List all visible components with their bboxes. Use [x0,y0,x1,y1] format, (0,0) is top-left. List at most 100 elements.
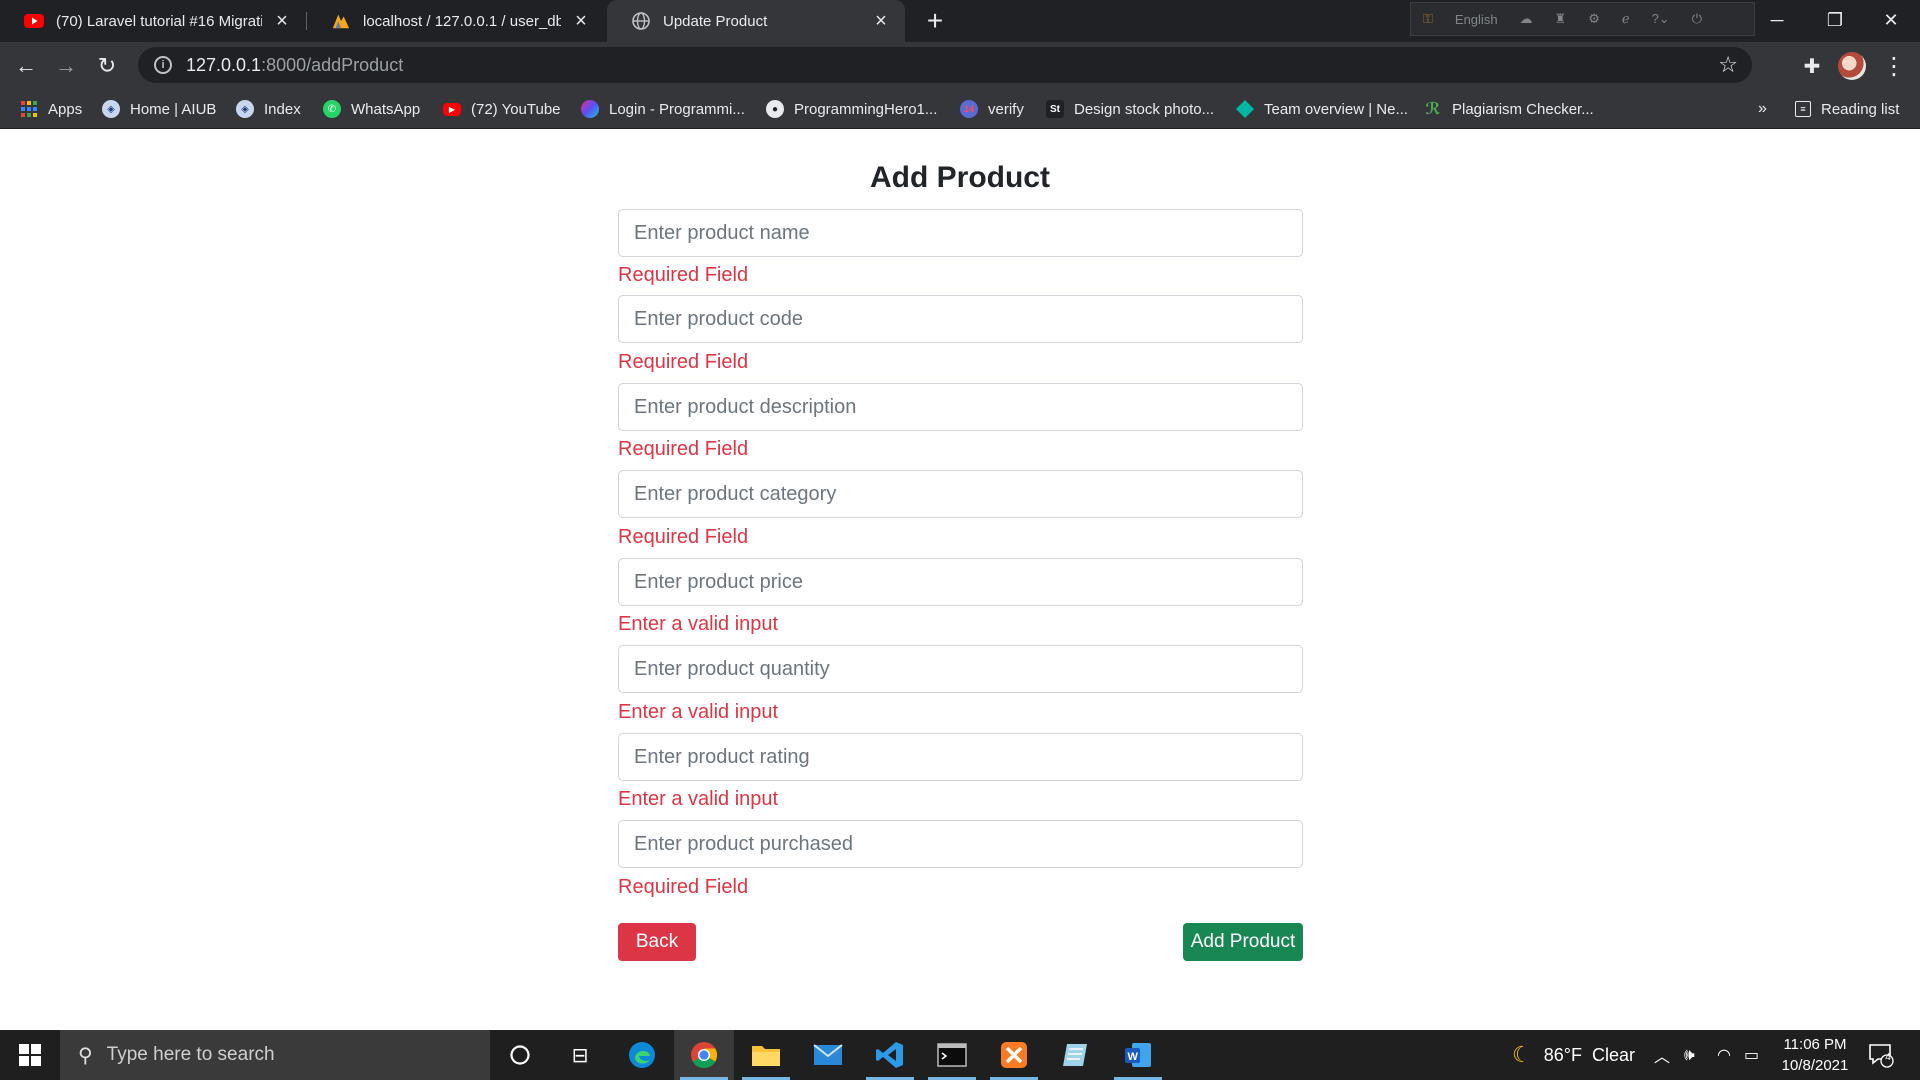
notification-count: 4 [1885,1052,1891,1063]
battery-icon[interactable]: ▭ [1744,1030,1759,1080]
language-label[interactable]: English [1455,12,1498,27]
taskbar-clock[interactable]: 11:06 PM 10/8/2021 [1770,1034,1860,1076]
plagiarism-icon: ℛ [1425,101,1441,118]
bookmark-design-stock[interactable]: St Design stock photo... [1046,89,1214,129]
tab-laravel-tutorial[interactable]: (70) Laravel tutorial #16 Migration × [0,0,306,42]
product-quantity-input[interactable] [618,645,1303,693]
bookmarks-overflow-button[interactable]: » [1758,89,1767,129]
shutterstock-badge: St [1050,103,1060,115]
bookmark-plagiarism-checker[interactable]: ℛ Plagiarism Checker... [1424,89,1593,129]
product-description-input[interactable] [618,383,1303,431]
task-view-icon[interactable]: ⊟ [550,1030,610,1080]
bookmark-whatsapp[interactable]: ✆ WhatsApp [323,89,420,129]
tab-title: localhost / 127.0.0.1 / user_db / p [363,12,561,30]
mail-icon[interactable] [798,1030,858,1080]
taskbar-search[interactable]: ⚲ Type here to search [60,1030,490,1080]
search-icon: ⚲ [78,1044,93,1067]
programming-hero-icon [581,100,599,118]
notifications-button[interactable]: 4 [1868,1030,1894,1080]
close-icon[interactable]: × [871,10,891,32]
help-icon[interactable]: ?⌄ [1652,11,1670,27]
product-name-input[interactable] [618,209,1303,257]
add-product-button[interactable]: Add Product [1183,923,1303,961]
edge-icon[interactable] [612,1030,672,1080]
page-title: Add Product [870,161,1050,194]
browser-toolbar: ← → ↻ i 127.0.0.1:8000/addProduct ☆ ✚ ⋮ [0,42,1920,89]
phpmyadmin-icon [331,11,351,31]
product-rating-input[interactable] [618,733,1303,781]
windows-logo-icon [19,1044,41,1066]
bookmark-index[interactable]: ◈ Index [236,89,301,129]
restore-button[interactable]: ❐ [1806,0,1864,40]
close-icon[interactable]: × [272,10,292,32]
forward-arrow-icon[interactable]: → [50,50,82,82]
bookmark-label: Team overview | Ne... [1264,100,1408,118]
minimize-button[interactable]: ─ [1748,0,1806,40]
windows-taskbar: ⚲ Type here to search ⊟ W ☾ 86°F Clear ︿… [0,1030,1920,1080]
weather-text: 86°F Clear [1543,1044,1635,1065]
bookmark-github[interactable]: ● ProgrammingHero1... [766,89,937,129]
bookmark-home-aiub[interactable]: ◈ Home | AIUB [102,89,216,129]
bookmark-label: Index [264,100,301,118]
bookmarks-bar: Apps ◈ Home | AIUB ◈ Index ✆ WhatsApp ▶ … [0,89,1920,129]
close-window-button[interactable]: ✕ [1862,0,1920,40]
product-code-input[interactable] [618,295,1303,343]
bookmark-star-icon[interactable]: ☆ [1718,52,1738,78]
wifi-icon[interactable]: ◠ [1717,1030,1731,1080]
cortana-icon[interactable] [490,1030,550,1080]
product-category-error: Required Field [618,526,749,548]
tab-update-product[interactable]: Update Product × [607,0,905,42]
extensions-puzzle-icon[interactable]: ✚ [1796,50,1828,82]
cloud-icon[interactable]: ☁ [1520,11,1533,27]
product-description-error: Required Field [618,438,749,460]
taskbar-search-placeholder: Type here to search [106,1044,275,1065]
product-purchased-input[interactable] [618,820,1303,868]
chrome-icon[interactable] [674,1030,734,1080]
bookmark-verify[interactable]: 14 verify [960,89,1024,129]
figure-icon[interactable]: ♜ [1555,11,1567,27]
volume-icon[interactable]: 🕪 [1684,1030,1695,1080]
site-info-icon[interactable]: i [154,56,172,74]
vscode-icon[interactable] [860,1030,920,1080]
back-button[interactable]: Back [618,923,696,961]
back-arrow-icon[interactable]: ← [10,50,42,82]
bookmark-apps[interactable]: Apps [20,89,82,129]
bookmark-label: verify [988,100,1024,118]
notepad-icon[interactable] [1046,1030,1106,1080]
bookmark-label: Apps [48,100,83,118]
globe-icon [631,11,651,31]
tab-phpmyadmin[interactable]: localhost / 127.0.0.1 / user_db / p × [307,0,605,42]
bookmark-label: Design stock photo... [1074,100,1215,118]
start-button[interactable] [0,1030,60,1080]
product-code-error: Required Field [618,351,749,373]
power-icon[interactable]: ⏻ [1692,11,1702,27]
aiub-icon: ◈ [236,100,254,118]
clock-time: 11:06 PM [1783,1036,1847,1053]
menu-kebab-icon[interactable]: ⋮ [1878,50,1910,82]
weather-widget[interactable]: ☾ 86°F Clear [1512,1030,1635,1080]
bookmark-youtube[interactable]: ▶ (72) YouTube [443,89,561,129]
show-hidden-icons-chevron-icon[interactable]: ︿ [1654,1030,1670,1080]
bookmark-team-overview[interactable]: Team overview | Ne... [1236,89,1408,129]
edge-small-icon[interactable]: ℯ [1622,11,1630,27]
terminal-icon[interactable] [922,1030,982,1080]
word-icon[interactable]: W [1108,1030,1168,1080]
bookmark-label: (72) YouTube [471,100,561,118]
product-price-input[interactable] [618,558,1303,606]
svg-text:W: W [1128,1051,1139,1063]
bookmark-programming-hero-login[interactable]: Login - Programmi... [581,89,745,129]
address-bar[interactable]: i 127.0.0.1:8000/addProduct ☆ [138,47,1752,83]
settings-gear-icon[interactable]: ⚙ [1588,11,1600,27]
file-explorer-icon[interactable] [736,1030,796,1080]
key-icon[interactable]: ⚿ [1423,11,1433,27]
product-category-input[interactable] [618,470,1303,518]
reload-icon[interactable]: ↻ [91,50,123,82]
close-icon[interactable]: × [571,10,591,32]
bookmark-label: WhatsApp [351,100,421,118]
new-tab-button[interactable]: + [920,5,950,36]
page-content: Add Product Required Field Required Fiel… [0,129,1920,1030]
product-quantity-error: Enter a valid input [618,701,779,723]
profile-avatar[interactable] [1838,52,1866,80]
xampp-icon[interactable] [984,1030,1044,1080]
reading-list-button[interactable]: ≡ Reading list [1795,89,1899,129]
